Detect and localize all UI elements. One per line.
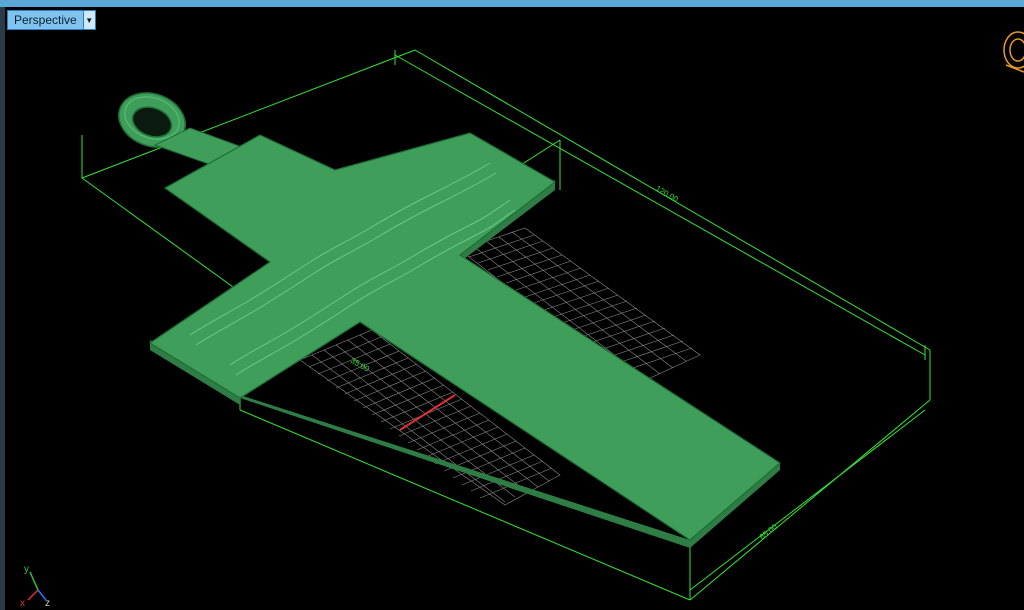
- axis-x-label: x: [20, 598, 25, 609]
- view-navigation-icon[interactable]: [1003, 31, 1024, 73]
- cross-top-face[interactable]: [148, 132, 781, 541]
- dimension-length-label: 120.00: [654, 184, 680, 204]
- axis-y-label: y: [24, 564, 29, 575]
- 3d-viewport-canvas[interactable]: 120.00 65.00 35.00 y x z: [0, 0, 1024, 610]
- axis-z-label: z: [45, 598, 50, 609]
- cross-model[interactable]: [111, 84, 781, 548]
- dimension-inner-label: 35.00: [349, 356, 371, 374]
- dimension-width-label: 65.00: [758, 522, 780, 542]
- axis-indicator: y x z: [20, 564, 50, 609]
